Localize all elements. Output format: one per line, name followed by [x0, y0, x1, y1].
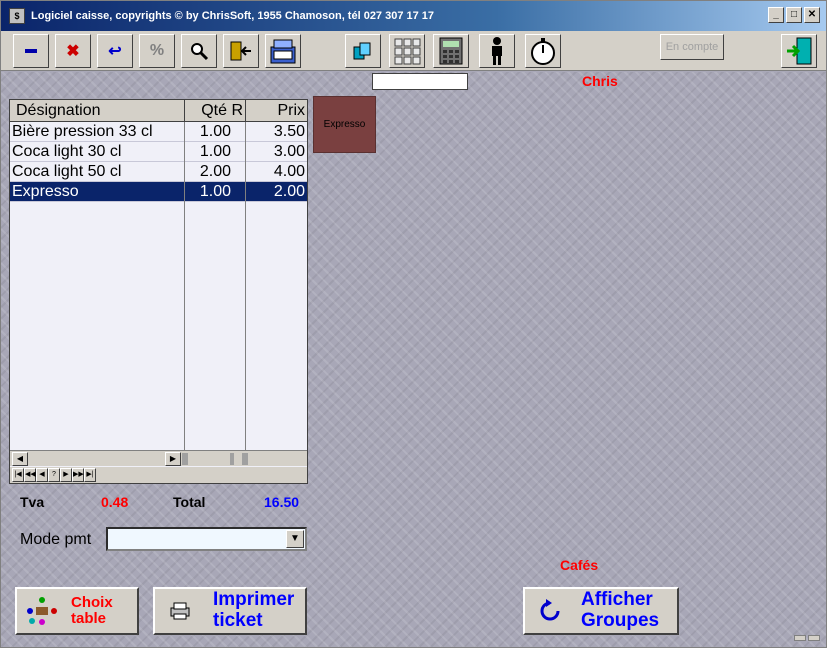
current-user: Chris	[582, 73, 618, 89]
undo-arrow-icon: ↩	[108, 43, 122, 60]
app-icon: $	[9, 8, 25, 24]
minimize-button[interactable]: _	[768, 7, 784, 23]
product-tile-expresso[interactable]: Expresso	[313, 96, 376, 153]
qty-cell: 2.00	[199, 163, 231, 180]
exit-button[interactable]	[781, 34, 817, 68]
exit-door-icon	[787, 37, 812, 65]
help-button[interactable]: ?	[48, 468, 60, 482]
scroll-right-button[interactable]: ▶	[165, 452, 181, 466]
show-groups-line1: Afficher	[581, 589, 653, 611]
keypad-button[interactable]	[389, 34, 425, 68]
horizontal-scrollbar[interactable]: ◀ ▶	[10, 450, 307, 466]
transfer-button[interactable]	[345, 34, 381, 68]
grid-header: Désignation Qté R Prix	[10, 100, 307, 122]
record-navigator: |◀ ◀◀ ◀ ? ▶ ▶▶ ▶|	[10, 467, 307, 483]
price-cell: 3.00	[273, 143, 305, 160]
printer-icon	[163, 594, 197, 628]
tva-label: Tva	[20, 494, 45, 510]
first-record-button[interactable]: |◀	[12, 468, 24, 482]
payment-mode-select[interactable]: ▼	[106, 527, 307, 551]
total-value: 16.50	[264, 494, 300, 510]
door-enter-icon	[230, 41, 251, 61]
last-record-button[interactable]: ▶|	[84, 468, 96, 482]
show-groups-button[interactable]: Afficher Groupes	[523, 587, 679, 635]
close-button[interactable]: ✕	[804, 7, 820, 23]
group-label: Cafés	[560, 557, 599, 573]
table-row[interactable]: Coca light 30 cl 1.00 3.00	[10, 142, 307, 162]
undo-button[interactable]: ↩	[97, 34, 133, 68]
chevron-down-icon[interactable]: ▼	[286, 530, 304, 548]
refresh-icon	[533, 594, 567, 628]
person-icon	[492, 37, 502, 65]
column-resize-handle[interactable]	[230, 453, 234, 465]
column-divider	[245, 122, 246, 450]
order-grid[interactable]: Désignation Qté R Prix Bière pression 33…	[9, 99, 308, 484]
table-row-selected[interactable]: Expresso 1.00 2.00	[10, 182, 307, 202]
qty-cell: 1.00	[199, 183, 231, 200]
show-groups-line2: Groupes	[581, 610, 660, 631]
choose-table-button[interactable]: Choix table	[15, 587, 139, 635]
price-cell: 3.50	[273, 123, 305, 140]
title-bar: $ Logiciel caisse, copyrights © by Chris…	[1, 1, 826, 31]
calculator-button[interactable]	[433, 34, 469, 68]
designation-cell: Expresso	[12, 183, 79, 200]
tva-value: 0.48	[101, 494, 129, 510]
price-cell: 2.00	[273, 183, 305, 200]
table-people-icon	[25, 594, 59, 628]
percent-icon: %	[149, 42, 165, 59]
print-ticket-button[interactable]: Imprimer ticket	[153, 587, 307, 635]
designation-cell: Coca light 30 cl	[12, 143, 122, 160]
search-icon	[191, 43, 209, 61]
window-title: Logiciel caisse, copyrights © by ChrisSo…	[31, 10, 435, 22]
minus-icon	[25, 49, 37, 53]
app-window: $ Logiciel caisse, copyrights © by Chris…	[0, 0, 827, 648]
transfer-icon	[353, 42, 371, 60]
print-ticket-line1: Imprimer	[213, 589, 295, 611]
delete-x-icon: ✖	[66, 43, 80, 60]
prev-record-button[interactable]: ◀	[36, 468, 48, 482]
price-cell: 4.00	[273, 163, 305, 180]
stopwatch-icon	[531, 38, 555, 65]
next-record-button[interactable]: ▶	[60, 468, 72, 482]
percent-button[interactable]: %	[139, 34, 175, 68]
calculator-icon	[439, 37, 463, 65]
waiter-button[interactable]	[479, 34, 515, 68]
column-header-designation[interactable]: Désignation	[10, 100, 185, 122]
designation-cell: Bière pression 33 cl	[12, 123, 153, 140]
grip-part	[794, 635, 806, 641]
cash-register-button[interactable]	[265, 34, 301, 68]
toolbar: ✖ ↩ % En compte	[1, 31, 826, 71]
column-header-qty[interactable]: Qté R	[185, 100, 246, 122]
product-tile-label: Expresso	[323, 119, 366, 130]
grip-part	[808, 635, 820, 641]
column-header-price[interactable]: Prix	[246, 100, 307, 122]
timer-button[interactable]	[525, 34, 561, 68]
table-row[interactable]: Bière pression 33 cl 1.00 3.50	[10, 122, 307, 142]
next-page-button[interactable]: ▶▶	[72, 468, 84, 482]
cash-register-icon	[270, 39, 296, 64]
prev-page-button[interactable]: ◀◀	[24, 468, 36, 482]
maximize-button[interactable]: □	[786, 7, 802, 23]
print-ticket-line2: ticket	[213, 610, 263, 631]
enter-door-button[interactable]	[223, 34, 259, 68]
search-button[interactable]	[181, 34, 217, 68]
qty-cell: 1.00	[199, 123, 231, 140]
qty-cell: 1.00	[199, 143, 231, 160]
table-row[interactable]: Coca light 50 cl 2.00 4.00	[10, 162, 307, 182]
column-divider	[184, 122, 185, 450]
designation-cell: Coca light 50 cl	[12, 163, 122, 180]
resize-grip[interactable]	[792, 635, 820, 641]
payment-mode-label: Mode pmt	[20, 531, 92, 548]
remove-line-button[interactable]	[13, 34, 49, 68]
code-input[interactable]	[372, 73, 468, 90]
column-resize-handle[interactable]	[242, 453, 248, 465]
choose-table-line1: Choix	[71, 593, 113, 611]
keypad-icon	[394, 38, 421, 65]
scroll-left-button[interactable]: ◀	[12, 452, 28, 466]
choose-table-line2: table	[71, 610, 107, 627]
delete-button[interactable]: ✖	[55, 34, 91, 68]
on-account-button[interactable]: En compte	[660, 34, 724, 60]
column-resize-handle[interactable]	[182, 453, 188, 465]
total-label: Total	[173, 494, 206, 510]
